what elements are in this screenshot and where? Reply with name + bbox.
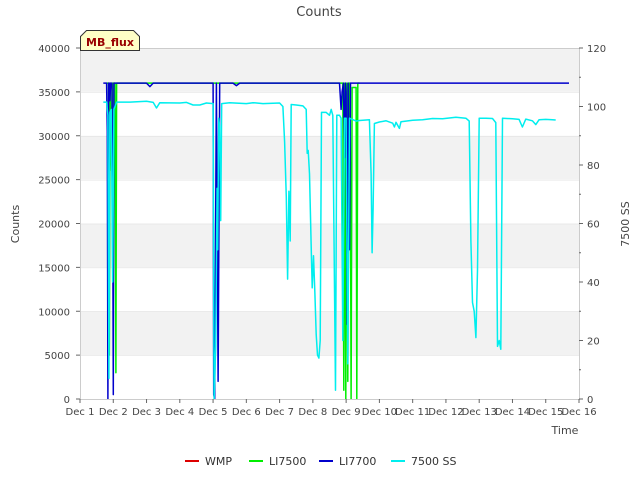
counts-chart: Dec 1 Dec 2 Dec 3 Dec 4 Dec 5 Dec 6 Dec 7 Dec 8… — [9, 5, 632, 468]
chart-title: Counts — [296, 5, 342, 20]
x-tick-label: Dec 11 — [395, 407, 430, 418]
y-tick-label: 10000 — [38, 307, 70, 318]
y-tick-label: 25000 — [38, 176, 70, 187]
badge-text: MB_flux — [86, 36, 134, 49]
legend-item-li7500: LI7500 — [249, 455, 306, 468]
x-tick-label: Dec 3 — [132, 407, 161, 418]
y-tick-label: 5000 — [45, 351, 70, 362]
x-tick-label: Dec 10 — [362, 407, 397, 418]
background-band — [80, 311, 579, 356]
legend-item-li7700: LI7700 — [319, 455, 376, 468]
x-tick-label: Dec 4 — [165, 407, 194, 418]
y2-tick-label: 40 — [587, 278, 600, 289]
x-tick-label: Dec 16 — [561, 407, 596, 418]
y-tick-label: 30000 — [38, 132, 70, 143]
legend-label-wmp: WMP — [205, 455, 232, 468]
legend-label-li7700: LI7700 — [339, 455, 376, 468]
legend-item-7500-ss: 7500 SS — [391, 455, 456, 468]
y-tick-label: 15000 — [38, 263, 70, 274]
y2-tick-label: 120 — [587, 44, 606, 55]
y2-tick-label: 20 — [587, 337, 600, 348]
background-band — [80, 223, 579, 268]
y-tick-label: 35000 — [38, 88, 70, 99]
x-tick-label: Dec 2 — [99, 407, 128, 418]
y2-axis-label: 7500 SS — [619, 201, 632, 246]
x-tick-label: Dec 8 — [298, 407, 327, 418]
x-axis-label: Time — [551, 424, 579, 437]
legend-label-7500-ss: 7500 SS — [411, 455, 456, 468]
y2-tick-label: 0 — [587, 395, 593, 406]
x-tick-label: Dec 9 — [332, 407, 361, 418]
x-tick-label: Dec 12 — [428, 407, 463, 418]
legend: WMP LI7500 LI7700 7500 SS — [185, 455, 456, 468]
plot-background-bands — [80, 48, 579, 356]
x-tick-label: Dec 6 — [232, 407, 261, 418]
legend-label-li7500: LI7500 — [269, 455, 306, 468]
y-axis-label: Counts — [9, 205, 22, 244]
x-tick-label: Dec 15 — [528, 407, 563, 418]
y-tick-label: 0 — [64, 395, 70, 406]
mb-flux-badge: MB_flux — [80, 30, 140, 51]
background-band — [80, 135, 579, 180]
y2-tick-label: 80 — [587, 161, 600, 172]
x-tick-label: Dec 7 — [265, 407, 294, 418]
background-band — [80, 48, 579, 92]
x-tick-label: Dec 1 — [66, 407, 95, 418]
y-tick-label: 40000 — [38, 44, 70, 55]
y2-tick-label: 60 — [587, 220, 600, 231]
y-tick-label: 20000 — [38, 220, 70, 231]
x-tick-label: Dec 13 — [462, 407, 497, 418]
y2-tick-label: 100 — [587, 103, 606, 114]
legend-item-wmp: WMP — [185, 455, 232, 468]
x-tick-label: Dec 5 — [199, 407, 228, 418]
x-tick-label: Dec 14 — [495, 407, 530, 418]
